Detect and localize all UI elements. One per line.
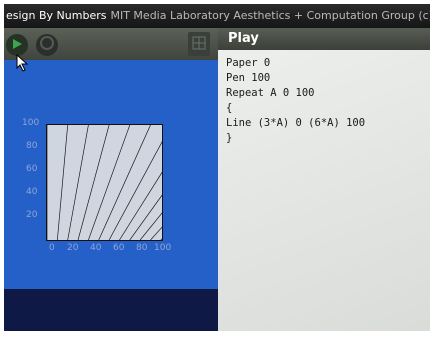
code-line: Repeat A 0 100 (226, 87, 315, 99)
y-tick-label: 60 (26, 164, 38, 174)
play-header: Play (218, 28, 430, 50)
pattern-line (139, 124, 234, 241)
paper-drawing (46, 124, 430, 241)
pattern-line (57, 124, 69, 241)
x-tick-label: 60 (113, 243, 125, 253)
y-tick-label: 80 (26, 141, 38, 151)
toolbar (4, 28, 218, 60)
y-tick-label: 100 (22, 118, 40, 128)
pattern-line (129, 124, 213, 241)
x-tick-label: 0 (49, 243, 55, 253)
code-line: Paper 0 (226, 57, 271, 69)
grid-toggle-button[interactable] (188, 32, 210, 56)
y-tick-label: 20 (26, 210, 38, 220)
grid-toggle-icon (192, 35, 206, 54)
stop-button[interactable] (36, 34, 58, 56)
x-tick-label: 80 (136, 243, 148, 253)
pattern-line (77, 124, 110, 241)
code-line: Line (3*A) 0 (6*A) 100 (226, 117, 366, 129)
run-button[interactable] (6, 34, 28, 56)
play-triangle-icon (10, 36, 24, 55)
code-line: } (226, 132, 233, 144)
line-pattern (46, 124, 430, 241)
code-line: Pen 100 (226, 72, 271, 84)
app-window: esign By Numbers MIT Media Laboratory Aes… (4, 4, 430, 331)
app-title: esign By Numbers (6, 9, 107, 22)
title-bar: esign By Numbers MIT Media Laboratory Aes… (4, 4, 430, 28)
pattern-line (98, 124, 151, 241)
canvas-footer (4, 289, 218, 331)
x-tick-label: 40 (90, 243, 102, 253)
x-tick-label: 100 (154, 243, 172, 253)
y-tick-label: 40 (26, 187, 38, 197)
mouse-cursor-icon (16, 53, 30, 72)
x-tick-label: 20 (67, 243, 79, 253)
drawing-canvas[interactable]: 100 80 60 40 20 0 20 40 60 80 100 (4, 60, 430, 331)
stop-circle-icon (39, 35, 55, 55)
pattern-line (119, 124, 193, 241)
pattern-line (67, 124, 89, 241)
code-line: { (226, 102, 233, 114)
code-editor[interactable]: Play Paper 0 Pen 100 Repeat A 0 100 { Li… (218, 28, 430, 331)
pattern-line (88, 124, 131, 241)
pattern-line (150, 124, 255, 241)
credit-text: MIT Media Laboratory Aesthetics + Comput… (110, 9, 430, 22)
